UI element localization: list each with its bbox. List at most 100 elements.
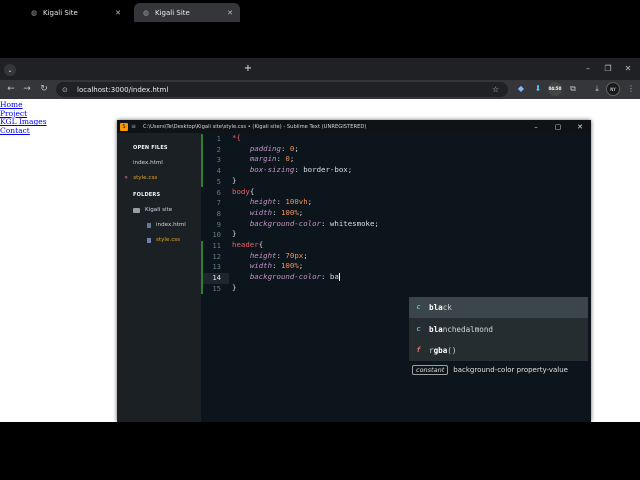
code-editor[interactable]: 1 2 3 4 5 6 7 8 9 10 11 12 13 14 15 *{ p… [201,133,591,422]
line-number: 9 [216,219,221,229]
folders-header: FOLDERS [133,192,161,198]
folder-icon [133,207,140,213]
tab-kigali-site-1[interactable]: ◍ Kigali Site ✕ [22,3,128,22]
hamburger-menu-icon[interactable]: ≡ [131,123,139,130]
reload-icon[interactable]: ↻ [37,82,51,96]
line-number: 15 [212,283,221,293]
code-line-10: } [232,229,236,240]
css-property: height [249,250,277,260]
code-line-9: background-color: whitesmoke; [249,218,379,228]
line-number: 11 [212,241,221,250]
autocomplete-details: constant background-color property-value [409,362,588,378]
css-property: margin [249,154,277,164]
tab-kigali-site-2[interactable]: ◍ Kigali Site ✕ [134,3,240,22]
match-text: bla [429,324,443,334]
site-info-icon[interactable]: ⊙ [62,86,74,94]
sublime-logo-icon: S [120,122,128,131]
css-brace: } [232,282,237,292]
code-line-14[interactable]: background-color: ba [232,272,340,283]
css-value: 70px [285,250,304,260]
sublime-minimize-button[interactable]: – [525,123,547,131]
line-gutter: 1 2 3 4 5 6 7 8 9 10 11 12 13 14 15 [201,133,229,422]
close-tab-icon[interactable]: ✕ [112,9,124,17]
extension-icon[interactable]: ◆ [514,82,528,96]
line-number: 3 [216,155,221,165]
completion-rest: nchedalmond [442,324,494,334]
code-line-1: *{ [232,133,241,144]
css-value: 100vh [285,197,308,207]
minimize-button[interactable]: – [580,62,596,76]
line-number: 4 [216,166,221,176]
line-number: 10 [212,230,221,240]
css-brace: { [258,240,264,249]
css-brace: } [232,175,237,185]
sublime-maximize-button[interactable]: ▢ [547,123,569,131]
line-number: 13 [212,262,221,272]
globe-icon: ◍ [30,8,38,17]
autocomplete-popup: c bla ck c bla nchedalmond f r gba() [409,297,588,361]
code-line-8: width: 100%; [249,207,304,217]
css-value: border-box [303,165,348,175]
css-brace: { [249,186,255,196]
browser-tab-bar [0,58,640,80]
autocomplete-item-blanchedalmond[interactable]: c bla nchedalmond [409,319,588,340]
autocomplete-item-black[interactable]: c bla ck [409,297,588,318]
file-label: style.css [156,237,181,243]
forward-icon[interactable]: → [20,82,34,96]
css-property: box-sizing [249,165,295,175]
sidebar: OPEN FILES index.html ✕ style.css FOLDER… [117,133,201,422]
css-selector: header [232,240,259,249]
css-brace: } [232,229,237,239]
file-label: style.css [133,175,158,181]
css-value: 100% [280,261,299,271]
folder-kigali-site[interactable]: Kigali site [133,207,172,213]
sublime-window: S ≡ C:\Users\Te\Desktop\Kigali site\styl… [117,120,591,422]
css-property: width [249,207,273,217]
sublime-close-button[interactable]: ✕ [569,123,591,131]
tab-search-button[interactable]: ⌄ [4,64,16,76]
address-bar[interactable]: ⊙ localhost:3000/index.html ☆ [56,82,508,97]
css-property: width [249,261,273,271]
download-arrow-icon[interactable]: ⬇ [531,82,545,96]
open-file-index-html[interactable]: index.html [133,160,163,166]
line-number: 7 [216,198,221,208]
code-line-11: header{ [232,240,263,251]
close-file-icon[interactable]: ✕ [124,175,128,181]
bookmark-star-icon[interactable]: ☆ [492,85,504,94]
folder-file-index-html[interactable]: index.html [147,222,186,228]
code-line-4: box-sizing: border-box; [249,165,353,175]
recording-badge-icon[interactable]: 04:50 [548,82,562,96]
function-kind-icon: f [416,346,421,354]
css-selector: *{ [232,133,241,142]
url-text[interactable]: localhost:3000/index.html [77,86,492,94]
back-icon[interactable]: ← [4,82,18,96]
css-value: 100% [280,207,299,217]
text-caret [338,273,340,282]
folder-file-style-css[interactable]: style.css [147,237,180,243]
line-number-current: 14 [212,273,221,283]
close-tab-icon[interactable]: ✕ [224,9,236,17]
file-icon [147,222,151,228]
new-tab-button[interactable]: + [242,63,254,75]
close-window-button[interactable]: ✕ [620,62,636,76]
completion-rest: ck [442,303,452,312]
profile-avatar[interactable]: NY [606,82,620,96]
menu-kebab-icon[interactable]: ⋮ [624,82,638,96]
css-value: whitesmoke [329,218,375,228]
link-contact[interactable]: Contact [0,126,47,136]
code-line-15: } [232,283,236,294]
code-line-6: body{ [232,187,254,198]
nav-links: Home Project KGL Images Contact [0,100,47,136]
extensions-puzzle-icon[interactable]: ⧉ [566,82,580,96]
css-selector: body [232,186,250,196]
line-number: 5 [216,176,221,186]
open-file-style-css[interactable]: ✕ style.css [124,175,157,181]
sublime-title-bar: S ≡ C:\Users\Te\Desktop\Kigali site\styl… [117,120,591,133]
file-label: index.html [156,222,186,228]
restore-button[interactable]: ❐ [600,62,616,76]
code-line-13: width: 100%; [249,261,304,271]
downloads-icon[interactable]: ⤓ [590,82,604,96]
completion-rest: () [447,346,457,355]
open-files-header: OPEN FILES [133,145,168,151]
autocomplete-item-rgba[interactable]: f r gba() [409,340,588,361]
